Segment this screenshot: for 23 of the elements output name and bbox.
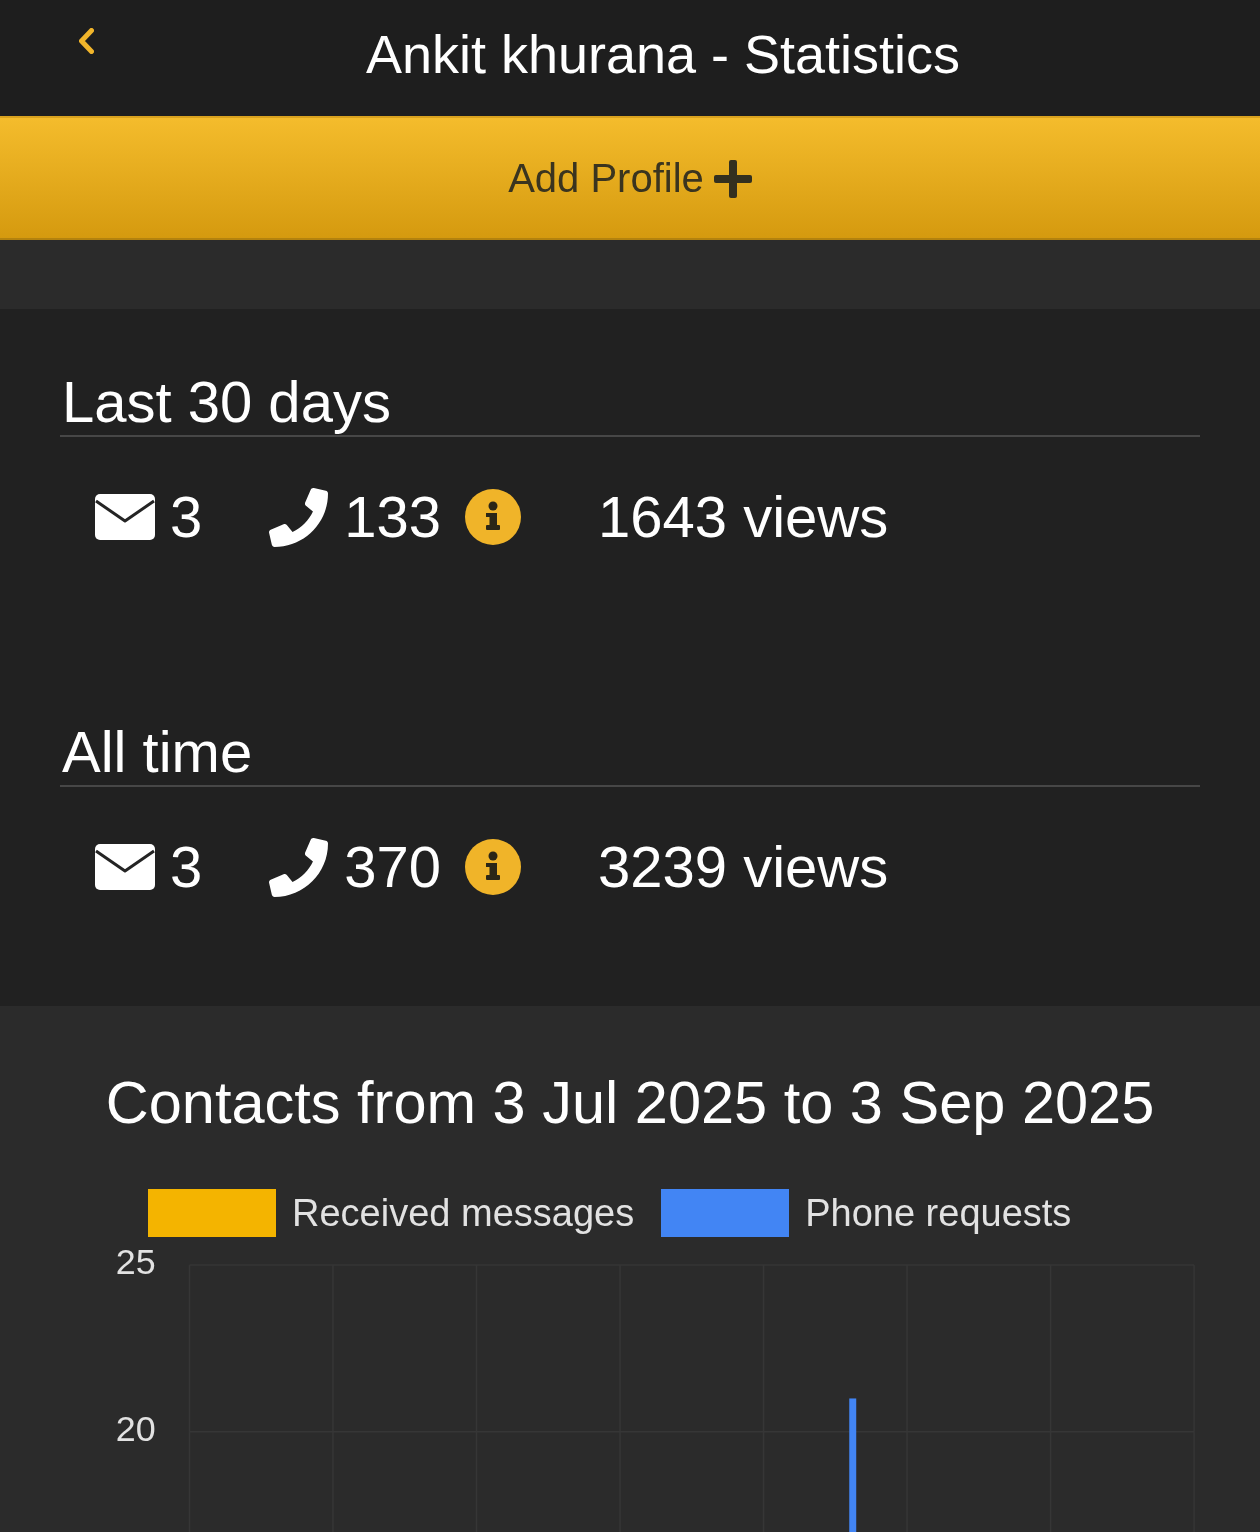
period-title: All time	[61, 719, 253, 785]
view-count: 1643 views	[598, 488, 889, 546]
legend-label: Received messages	[292, 1191, 635, 1236]
info-icon[interactable]	[465, 839, 522, 895]
chart-title: Contacts from 3 Jul 2025 to 3 Sep 2025	[105, 1069, 1155, 1137]
message-count: 3	[170, 488, 203, 546]
chevron-left-icon	[79, 28, 94, 54]
legend-label: Phone requests	[805, 1191, 1072, 1236]
message-count: 3	[170, 838, 203, 896]
y-tick-label: 25	[115, 1241, 156, 1282]
add-profile-button[interactable]: Add Profile	[0, 116, 1260, 240]
phone-icon	[269, 837, 329, 897]
plus-icon	[713, 160, 752, 198]
phone-request-count: 370	[344, 838, 442, 896]
period-title: Last 30 days	[61, 369, 391, 435]
view-count: 3239 views	[598, 838, 889, 896]
phone-request-count: 133	[344, 488, 442, 546]
info-icon[interactable]	[465, 489, 522, 545]
screen-title: Ankit khurana - Statistics	[365, 23, 961, 86]
envelope-icon	[95, 494, 155, 540]
phone-icon	[269, 487, 329, 547]
y-tick-label: 20	[115, 1408, 156, 1449]
envelope-icon	[95, 844, 155, 890]
